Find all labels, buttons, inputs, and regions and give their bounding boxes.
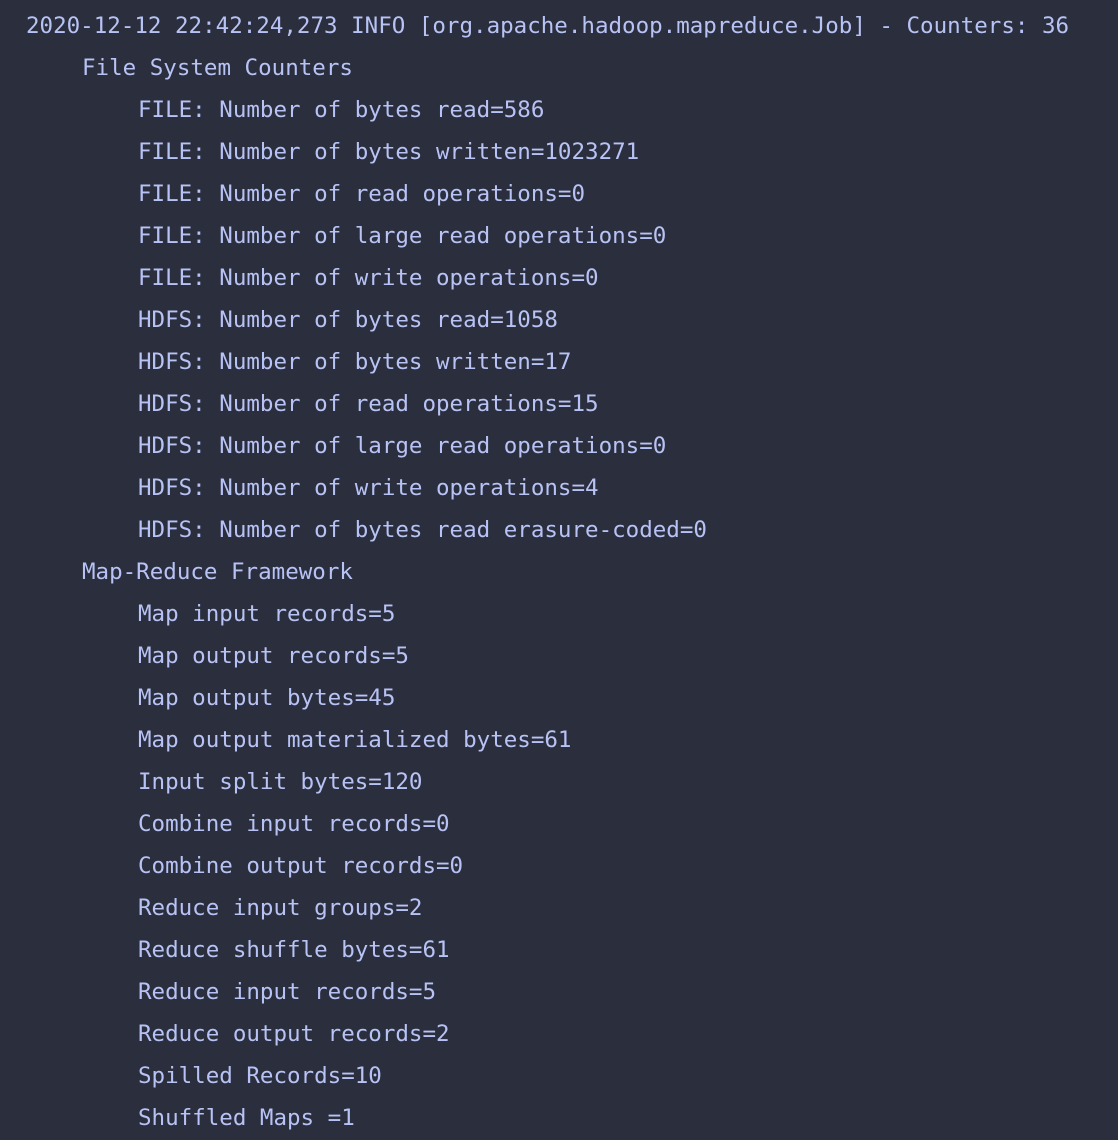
counter-line: Combine input records=0 bbox=[138, 811, 450, 837]
log-header-line: 2020-12-12 22:42:24,273 INFO [org.apache… bbox=[26, 13, 1070, 39]
counter-line: Input split bytes=120 bbox=[138, 769, 423, 795]
counter-line: FILE: Number of read operations=0 bbox=[138, 181, 586, 207]
counter-line: Combine output records=0 bbox=[138, 853, 464, 879]
counter-line: HDFS: Number of read operations=15 bbox=[138, 391, 599, 417]
terminal-output: 2020-12-12 22:42:24,273 INFO [org.apache… bbox=[0, 0, 1118, 1140]
counter-line: FILE: Number of bytes written=1023271 bbox=[138, 139, 640, 165]
counter-line: Reduce input records=5 bbox=[138, 979, 437, 1005]
counter-line: Map output bytes=45 bbox=[138, 685, 396, 711]
counter-line: HDFS: Number of bytes written=17 bbox=[138, 349, 572, 375]
counter-line: HDFS: Number of bytes read=1058 bbox=[138, 307, 558, 333]
counter-line: HDFS: Number of large read operations=0 bbox=[138, 433, 667, 459]
counter-line: Map output materialized bytes=61 bbox=[138, 727, 572, 753]
counter-line: HDFS: Number of bytes read erasure-coded… bbox=[138, 517, 707, 543]
counter-line: Reduce input groups=2 bbox=[138, 895, 423, 921]
counter-line: FILE: Number of write operations=0 bbox=[138, 265, 599, 291]
counter-line: Spilled Records=10 bbox=[138, 1063, 382, 1089]
counter-line: HDFS: Number of write operations=4 bbox=[138, 475, 599, 501]
counter-line: FILE: Number of bytes read=586 bbox=[138, 97, 545, 123]
counter-line: Reduce output records=2 bbox=[138, 1021, 450, 1047]
counter-line: FILE: Number of large read operations=0 bbox=[138, 223, 667, 249]
counter-line: Shuffled Maps =1 bbox=[138, 1105, 355, 1131]
counter-line: Map input records=5 bbox=[138, 601, 396, 627]
counter-group-title: Map-Reduce Framework bbox=[82, 559, 353, 585]
counter-line: Reduce shuffle bytes=61 bbox=[138, 937, 450, 963]
counter-group-title: File System Counters bbox=[82, 55, 353, 81]
counter-line: Map output records=5 bbox=[138, 643, 409, 669]
